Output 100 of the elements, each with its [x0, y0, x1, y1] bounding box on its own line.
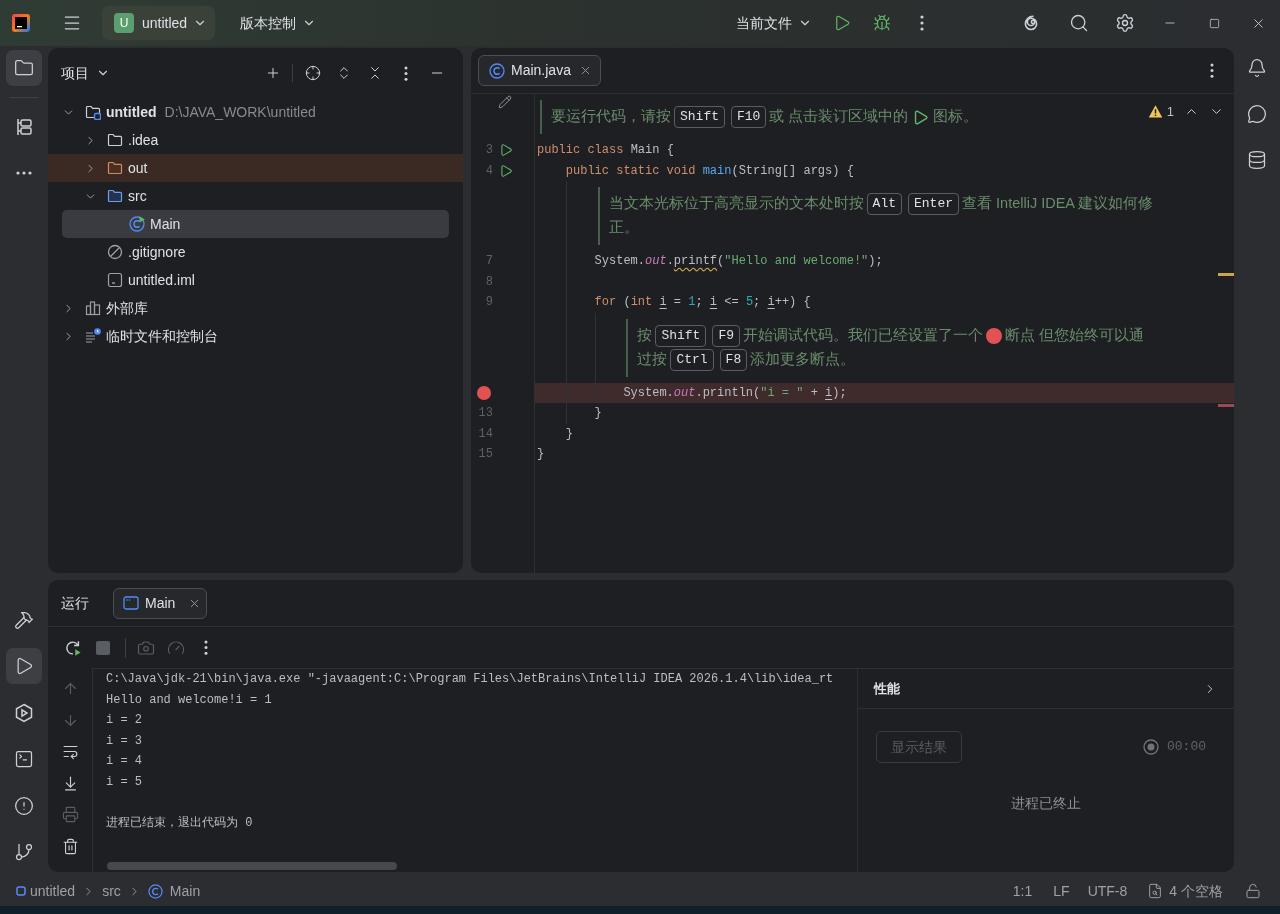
hammer-icon: [14, 609, 34, 630]
shortcut-key: F8: [719, 348, 748, 371]
services-icon: [14, 702, 34, 723]
tool-window-button[interactable]: [6, 50, 42, 86]
shortcut-key: Alt: [866, 193, 902, 215]
doc-text: 开始调试代码。我们已经设置了一个: [743, 325, 983, 345]
view-selector[interactable]: 项目: [61, 62, 110, 84]
more-icon[interactable]: [403, 65, 408, 81]
line-number: 15: [478, 446, 493, 464]
doc-text: 按: [637, 325, 653, 345]
console-line: Hello and welcome!i = 1: [106, 691, 272, 709]
line-number: 9: [485, 294, 493, 312]
class-icon: [129, 216, 145, 232]
class-icon: [489, 62, 505, 79]
tree-item[interactable]: .gitignore: [62, 238, 449, 266]
tree-item[interactable]: untitled.iml: [62, 266, 449, 294]
class-icon: [147, 883, 163, 899]
soft-wrap-icon[interactable]: [61, 743, 79, 761]
editor-tab[interactable]: Main.java: [478, 55, 601, 86]
profiler-header[interactable]: 性能: [858, 669, 1234, 709]
tree-item[interactable]: Main: [62, 210, 449, 238]
process-status: 进程已终止: [1011, 794, 1081, 813]
doc-text: 或 点击装订区域中的: [769, 107, 909, 127]
more-icon[interactable]: [1210, 63, 1214, 78]
project-widget[interactable]: U untitled: [102, 6, 216, 40]
branch-icon: [14, 842, 34, 862]
file-encoding[interactable]: UTF-8: [1087, 880, 1128, 902]
tree-item[interactable]: 临时文件和控制台: [62, 322, 449, 350]
library-icon: [85, 300, 101, 316]
shortcut-key: Ctrl: [670, 348, 714, 371]
code-line: }: [537, 446, 545, 464]
console-icon: [123, 595, 139, 611]
more-icon[interactable]: [204, 640, 208, 655]
run-icon[interactable]: [499, 163, 513, 178]
vcs-menu[interactable]: 版本控制: [232, 6, 325, 40]
locate-icon[interactable]: [304, 65, 321, 81]
search-icon[interactable]: [1069, 13, 1089, 33]
module-folder-icon: [85, 104, 101, 120]
indent-setting[interactable]: 4 个空格: [1147, 880, 1223, 902]
cursor-position[interactable]: 1:1: [1012, 880, 1033, 902]
run-icon[interactable]: [833, 14, 851, 32]
pencil-icon[interactable]: [498, 95, 512, 109]
run-configuration-selector[interactable]: 当前文件: [726, 6, 822, 40]
line-number: 4: [485, 162, 493, 180]
line-number: 8: [485, 273, 493, 291]
doc-text: 添加更多断点。: [750, 349, 856, 369]
console-line: 进程已结束，退出代码为 0: [106, 814, 253, 832]
doc-text: 图标。: [933, 107, 979, 127]
maximize-icon[interactable]: [1208, 17, 1220, 29]
module-path: D:\JAVA_WORK\untitled: [164, 102, 316, 122]
doc-text: 断点 但您始终可以通: [1005, 325, 1145, 345]
console-line: C:\Java\jdk-21\bin\java.exe "-javaagent:C:\Program Files\JetBrains\IntelliJ IDEA 2026.1.4\lib\idea_rt: [106, 671, 834, 688]
file-icon: [107, 272, 123, 288]
notifications-icon[interactable]: [1247, 58, 1267, 78]
structure-icon: [14, 117, 34, 137]
code-line: for (int i = 1; i <= 5; i++) {: [593, 294, 811, 312]
console-line: i = 2: [106, 712, 142, 729]
warning-icon[interactable]: [1147, 104, 1163, 120]
breadcrumb[interactable]: untitled: [16, 880, 76, 902]
shortcut-key: Shift: [674, 106, 725, 128]
trash-icon[interactable]: [61, 837, 79, 855]
line-separator[interactable]: LF: [1053, 880, 1070, 902]
chat-icon[interactable]: [1247, 104, 1267, 124]
breadcrumb[interactable]: src: [102, 880, 121, 902]
panel-title: 运行: [61, 593, 89, 613]
scratch-icon: [85, 328, 101, 344]
tree-item[interactable]: .idea: [62, 126, 449, 154]
code-line: public class Main {: [537, 142, 674, 160]
doc-text: 查看 IntelliJ IDEA 建议如何修: [962, 194, 1154, 214]
record-icon: [1143, 739, 1159, 755]
line-number: 7: [485, 253, 493, 271]
horizontal-scrollbar[interactable]: [107, 862, 397, 870]
console-line: i = 4: [106, 753, 142, 770]
debug-icon[interactable]: [873, 14, 891, 32]
tree-item[interactable]: 外部库: [62, 294, 449, 322]
console-line: i = 5: [106, 773, 142, 791]
database-icon[interactable]: [1247, 150, 1267, 170]
tree-item[interactable]: src: [62, 182, 449, 210]
shortcut-key: F10: [731, 106, 767, 128]
line-number: 14: [478, 425, 493, 443]
code-line: System.out.println("i = " + i);: [622, 384, 847, 402]
tool-window-button[interactable]: [6, 648, 42, 684]
tree-item[interactable]: untitled D:\JAVA_WORK\untitled: [62, 98, 449, 126]
shortcut-key: F9: [712, 324, 740, 347]
folder-icon: [107, 188, 123, 204]
rerun-icon[interactable]: [64, 638, 82, 657]
shortcut-key: Shift: [655, 324, 707, 347]
more-icon[interactable]: [920, 15, 924, 31]
settings-icon[interactable]: [1115, 13, 1135, 33]
breadcrumb[interactable]: Main: [147, 880, 201, 902]
line-number: 3: [485, 142, 493, 160]
lock-open-icon[interactable]: [1245, 883, 1261, 899]
problems-icon: [14, 795, 34, 816]
warning-stripe-mark[interactable]: [1218, 272, 1234, 276]
run-icon[interactable]: [499, 143, 513, 158]
ignore-file-icon: [107, 244, 123, 260]
breakpoint-icon[interactable]: [477, 385, 491, 400]
line-number: 13: [478, 405, 493, 423]
run-tab[interactable]: Main: [113, 587, 208, 619]
app-logo-icon[interactable]: [12, 14, 30, 32]
